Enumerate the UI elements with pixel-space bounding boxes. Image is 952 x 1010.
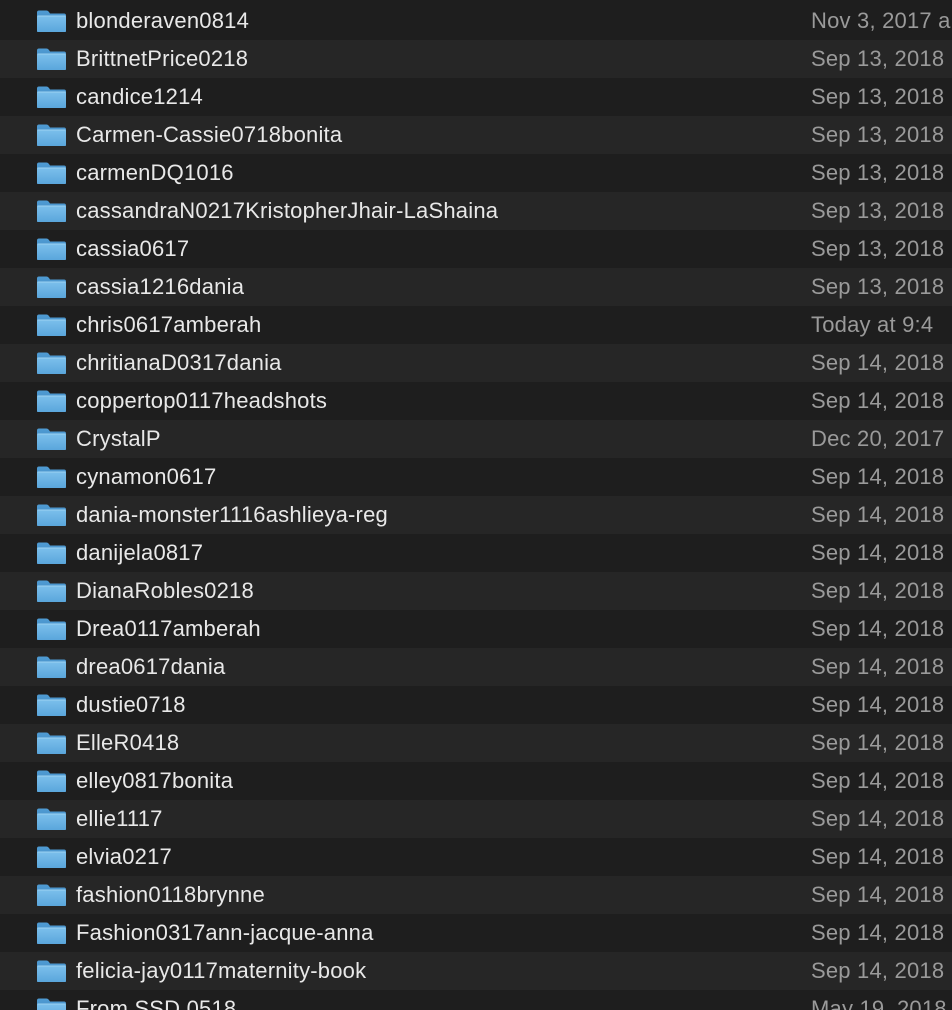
file-row[interactable]: CrystalP Dec 20, 2017 xyxy=(0,420,952,458)
date-modified: Sep 14, 2018 xyxy=(811,806,945,831)
date-modified: Sep 14, 2018 xyxy=(811,958,945,983)
date-modified: Sep 14, 2018 xyxy=(811,654,945,679)
file-name: elvia0217 xyxy=(76,844,172,869)
file-row[interactable]: felicia-jay0117maternity-book Sep 14, 201… xyxy=(0,952,952,990)
date-modified: Sep 13, 2018 xyxy=(811,274,945,299)
date-modified: Sep 13, 2018 xyxy=(811,236,945,261)
file-row[interactable]: cassia1216dania Sep 13, 2018 xyxy=(0,268,952,306)
file-name: ElleR0418 xyxy=(76,730,180,755)
file-row[interactable]: coppertop0117headshots Sep 14, 2018 xyxy=(0,382,952,420)
file-row[interactable]: From SSD 0518 May 19, 2018 xyxy=(0,990,952,1010)
file-row[interactable]: ElleR0418 Sep 14, 2018 xyxy=(0,724,952,762)
date-modified: Sep 13, 2018 xyxy=(811,198,945,223)
file-name: fashion0118brynne xyxy=(76,882,265,907)
file-name: felicia-jay0117maternity-book xyxy=(76,958,367,983)
file-name: dania-monster1116ashlieya-reg xyxy=(76,502,388,527)
file-row[interactable]: cynamon0617 Sep 14, 2018 xyxy=(0,458,952,496)
file-row[interactable]: Carmen-Cassie0718bonita Sep 13, 2018 xyxy=(0,116,952,154)
file-name: carmenDQ1016 xyxy=(76,160,234,185)
file-name: cassia1216dania xyxy=(76,274,245,299)
file-row[interactable]: drea0617dania Sep 14, 2018 xyxy=(0,648,952,686)
file-row[interactable]: cassandraN0217KristopherJhair-LaShaina Se… xyxy=(0,192,952,230)
date-modified: Sep 14, 2018 xyxy=(811,464,945,489)
file-row[interactable]: cassia0617 Sep 13, 2018 xyxy=(0,230,952,268)
date-modified: Sep 14, 2018 xyxy=(811,350,945,375)
file-row[interactable]: elley0817bonita Sep 14, 2018 xyxy=(0,762,952,800)
date-modified: Sep 13, 2018 xyxy=(811,122,945,147)
date-modified: Sep 14, 2018 xyxy=(811,502,945,527)
file-row[interactable]: Drea0117amberah Sep 14, 2018 xyxy=(0,610,952,648)
file-name: chris0617amberah xyxy=(76,312,262,337)
file-row[interactable]: blonderaven0814 Nov 3, 2017 a xyxy=(0,2,952,40)
file-row[interactable]: chritianaD0317dania Sep 14, 2018 xyxy=(0,344,952,382)
file-name: BrittnetPrice0218 xyxy=(76,46,249,71)
file-name: Drea0117amberah xyxy=(76,616,261,641)
date-modified: Sep 14, 2018 xyxy=(811,768,945,793)
file-name: elley0817bonita xyxy=(76,768,234,793)
date-modified: Nov 3, 2017 a xyxy=(811,8,951,33)
file-row[interactable]: ellie1117 Sep 14, 2018 xyxy=(0,800,952,838)
file-name: ellie1117 xyxy=(76,806,163,831)
file-name: From SSD 0518 xyxy=(76,996,237,1010)
file-row[interactable]: BrittnetPrice0218 Sep 13, 2018 xyxy=(0,40,952,78)
file-row[interactable]: danijela0817 Sep 14, 2018 xyxy=(0,534,952,572)
file-name: Carmen-Cassie0718bonita xyxy=(76,122,343,147)
date-modified: Sep 13, 2018 xyxy=(811,84,945,109)
file-name: CrystalP xyxy=(76,426,161,451)
file-row[interactable]: dania-monster1116ashlieya-reg Sep 14, 201… xyxy=(0,496,952,534)
date-modified: Sep 14, 2018 xyxy=(811,730,945,755)
date-modified: May 19, 2018 xyxy=(811,996,947,1010)
file-row[interactable]: Fashion0317ann-jacque-anna Sep 14, 2018 xyxy=(0,914,952,952)
date-modified: Sep 14, 2018 xyxy=(811,882,945,907)
file-list: blonderaven0814 Nov 3, 2017 a BrittnetPric… xyxy=(0,0,952,1010)
file-name: Fashion0317ann-jacque-anna xyxy=(76,920,374,945)
date-modified: Sep 13, 2018 xyxy=(811,160,945,185)
date-modified: Sep 14, 2018 xyxy=(811,578,945,603)
file-row[interactable]: dustie0718 Sep 14, 2018 xyxy=(0,686,952,724)
file-name: coppertop0117headshots xyxy=(76,388,328,413)
file-row[interactable]: fashion0118brynne Sep 14, 2018 xyxy=(0,876,952,914)
file-row[interactable]: DianaRobles0218 Sep 14, 2018 xyxy=(0,572,952,610)
date-modified: Sep 14, 2018 xyxy=(811,692,945,717)
date-modified: Sep 14, 2018 xyxy=(811,540,945,565)
date-modified: Sep 14, 2018 xyxy=(811,616,945,641)
file-name: chritianaD0317dania xyxy=(76,350,282,375)
date-modified: Dec 20, 2017 xyxy=(811,426,945,451)
file-name: dustie0718 xyxy=(76,692,186,717)
date-modified: Sep 14, 2018 xyxy=(811,920,945,945)
file-name: cynamon0617 xyxy=(76,464,217,489)
file-name: cassia0617 xyxy=(76,236,190,261)
file-name: DianaRobles0218 xyxy=(76,578,254,603)
file-row[interactable]: candice1214 Sep 13, 2018 xyxy=(0,78,952,116)
file-name: blonderaven0814 xyxy=(76,8,250,33)
date-modified: Today at 9:4 xyxy=(811,312,934,337)
date-modified: Sep 13, 2018 xyxy=(811,46,945,71)
file-row[interactable]: chris0617amberah Today at 9:4 xyxy=(0,306,952,344)
file-name: cassandraN0217KristopherJhair-LaShaina xyxy=(76,198,499,223)
file-name: candice1214 xyxy=(76,84,203,109)
file-name: drea0617dania xyxy=(76,654,226,679)
date-modified: Sep 14, 2018 xyxy=(811,844,945,869)
date-modified: Sep 14, 2018 xyxy=(811,388,945,413)
file-name: danijela0817 xyxy=(76,540,204,565)
file-row[interactable]: carmenDQ1016 Sep 13, 2018 xyxy=(0,154,952,192)
file-row[interactable]: elvia0217 Sep 14, 2018 xyxy=(0,838,952,876)
